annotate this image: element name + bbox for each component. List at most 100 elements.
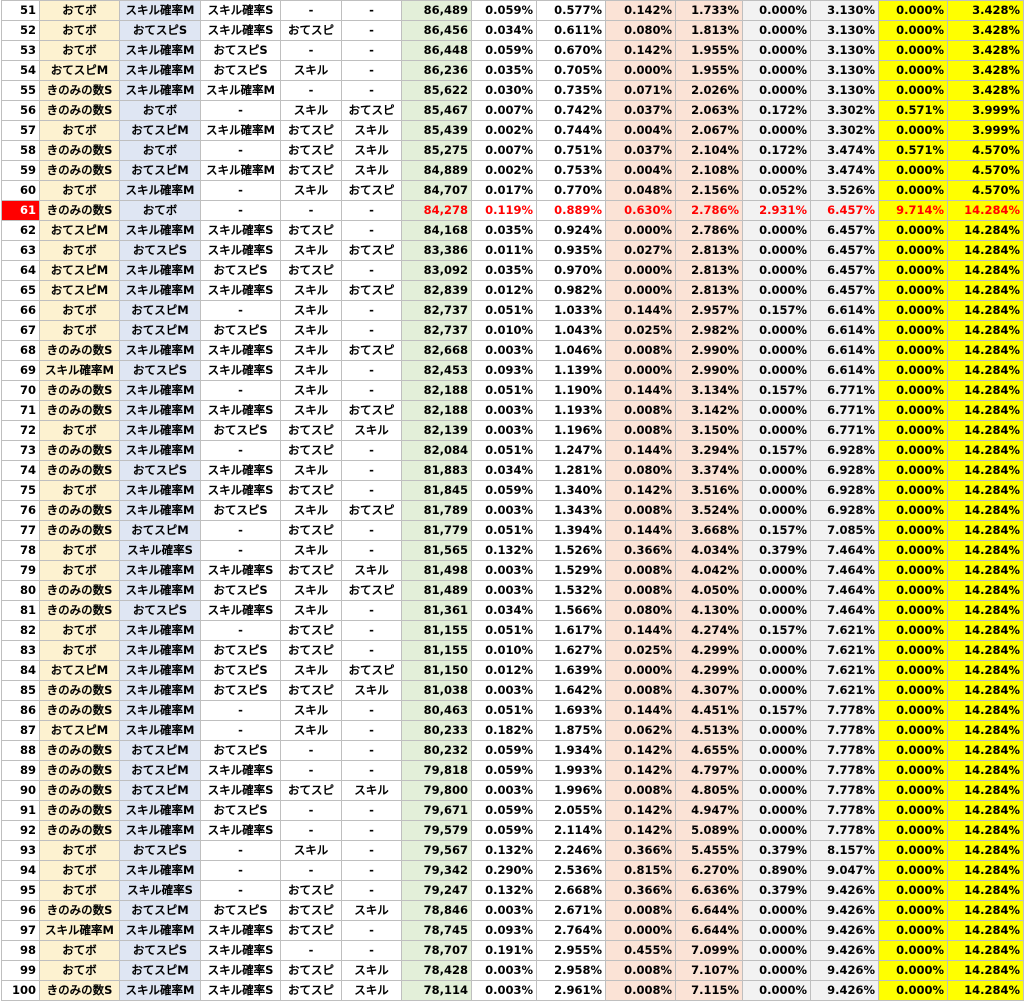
row-number-cell: 77 (1, 520, 40, 541)
subskill-3-cell: おてスピS (200, 680, 281, 701)
cumulative-probability-3-cell: 7.085% (810, 520, 879, 541)
cumulative-probability-cell: 0.982% (536, 280, 606, 301)
probability-4-cell: 0.571% (878, 140, 948, 161)
cumulative-probability-2-cell: 2.982% (675, 320, 743, 341)
subskill-2-cell: スキル確率M (119, 920, 201, 941)
nature-down-cell: おてスピ (341, 660, 402, 681)
cumulative-probability-2-cell: 5.089% (675, 820, 743, 841)
probability-4-cell: 0.000% (878, 400, 948, 421)
probability-2-cell: 0.144% (605, 380, 676, 401)
subskill-1-cell: きのみの数S (39, 800, 120, 821)
cumulative-probability-3-cell: 7.464% (810, 600, 879, 621)
probability-2-cell: 0.000% (605, 280, 676, 301)
probability-cell: 0.017% (471, 180, 537, 201)
cumulative-probability-2-cell: 6.644% (675, 900, 743, 921)
subskill-1-cell: おてボ (39, 120, 120, 141)
probability-2-cell: 0.037% (605, 140, 676, 161)
nature-down-cell: スキル (341, 560, 402, 581)
cumulative-probability-4-cell: 14.284% (947, 860, 1024, 881)
table-body: 51 おてボ スキル確率M スキル確率S - -86,489 0.059% 0.577% 0.1… (1, 0, 1024, 1001)
subskill-3-cell: - (200, 620, 281, 641)
nature-down-cell: おてスピ (341, 180, 402, 201)
row-number-cell: 81 (1, 600, 40, 621)
probability-3-cell: 0.890% (742, 860, 811, 881)
cumulative-probability-4-cell: 14.284% (947, 900, 1024, 921)
table-row: 79 おてボ スキル確率M スキル確率S おてスピ スキル 81,498 0.003% 1.52… (1, 560, 1024, 581)
cumulative-probability-cell: 1.627% (536, 640, 606, 661)
row-number-cell: 97 (1, 920, 40, 941)
probability-3-cell: 0.000% (742, 980, 811, 1001)
nature-up-cell: おてスピ (280, 220, 342, 241)
cumulative-probability-2-cell: 6.270% (675, 860, 743, 881)
nature-down-cell: - (341, 220, 402, 241)
probability-2-cell: 0.142% (605, 740, 676, 761)
nature-down-cell: おてスピ (341, 500, 402, 521)
nature-up-cell: おてスピ (280, 120, 342, 141)
cumulative-probability-2-cell: 2.990% (675, 340, 743, 361)
score-cell: 79,671 (401, 800, 472, 821)
nature-down-cell: おてスピ (341, 100, 402, 121)
probability-3-cell: 0.000% (742, 940, 811, 961)
subskill-3-cell: スキル確率M (200, 80, 281, 101)
subskill-2-cell: おてボ (119, 200, 201, 221)
subskill-2-cell: スキル確率M (119, 340, 201, 361)
subskill-3-cell: スキル確率M (200, 160, 281, 181)
subskill-2-cell: スキル確率M (119, 660, 201, 681)
score-cell: 78,114 (401, 980, 472, 1001)
subskill-2-cell: おてスピM (119, 780, 201, 801)
probability-3-cell: 0.000% (742, 60, 811, 81)
subskill-3-cell: - (200, 440, 281, 461)
cumulative-probability-cell: 1.639% (536, 660, 606, 681)
cumulative-probability-4-cell: 14.284% (947, 520, 1024, 541)
score-cell: 79,800 (401, 780, 472, 801)
probability-4-cell: 0.000% (878, 600, 948, 621)
cumulative-probability-cell: 2.764% (536, 920, 606, 941)
table-row: 80 きのみの数S スキル確率M おてスピS スキル おてスピ 81,489 0.003% 1.… (1, 580, 1024, 601)
subskill-1-cell: きのみの数S (39, 100, 120, 121)
cumulative-probability-cell: 1.281% (536, 460, 606, 481)
probability-4-cell: 0.000% (878, 420, 948, 441)
cumulative-probability-4-cell: 14.284% (947, 780, 1024, 801)
probability-cell: 0.051% (471, 440, 537, 461)
nature-up-cell: スキル (280, 840, 342, 861)
probability-2-cell: 0.008% (605, 340, 676, 361)
probability-3-cell: 0.000% (742, 480, 811, 501)
row-number-cell: 67 (1, 320, 40, 341)
probability-4-cell: 0.000% (878, 520, 948, 541)
subskill-2-cell: おてスピS (119, 240, 201, 261)
subskill-3-cell: スキル確率S (200, 980, 281, 1001)
cumulative-probability-3-cell: 7.621% (810, 620, 879, 641)
cumulative-probability-4-cell: 14.284% (947, 240, 1024, 261)
cumulative-probability-4-cell: 14.284% (947, 460, 1024, 481)
probability-4-cell: 0.000% (878, 60, 948, 81)
subskill-2-cell: スキル確率M (119, 860, 201, 881)
subskill-3-cell: おてスピS (200, 900, 281, 921)
subskill-2-cell: スキル確率M (119, 580, 201, 601)
nature-up-cell: おてスピ (280, 420, 342, 441)
nature-up-cell: スキル (280, 100, 342, 121)
subskill-2-cell: おてスピS (119, 600, 201, 621)
nature-up-cell: スキル (280, 580, 342, 601)
probability-3-cell: 0.000% (742, 680, 811, 701)
subskill-2-cell: スキル確率M (119, 280, 201, 301)
cumulative-probability-cell: 1.934% (536, 740, 606, 761)
cumulative-probability-2-cell: 3.524% (675, 500, 743, 521)
nature-up-cell: スキル (280, 400, 342, 421)
probability-4-cell: 0.000% (878, 820, 948, 841)
subskill-2-cell: スキル確率M (119, 480, 201, 501)
row-number-cell: 100 (1, 980, 40, 1001)
probability-4-cell: 0.000% (878, 260, 948, 281)
score-cell: 85,439 (401, 120, 472, 141)
nature-down-cell: - (341, 940, 402, 961)
nature-up-cell: スキル (280, 720, 342, 741)
probability-3-cell: 0.000% (742, 780, 811, 801)
subskill-3-cell: スキル確率S (200, 20, 281, 41)
nature-down-cell: - (341, 760, 402, 781)
cumulative-probability-cell: 1.693% (536, 700, 606, 721)
probability-2-cell: 0.000% (605, 60, 676, 81)
probability-2-cell: 0.630% (605, 200, 676, 221)
probability-4-cell: 0.000% (878, 560, 948, 581)
table-row: 76 きのみの数S スキル確率M おてスピS スキル おてスピ 81,789 0.003% 1.… (1, 500, 1024, 521)
cumulative-probability-3-cell: 3.302% (810, 120, 879, 141)
nature-down-cell: - (341, 360, 402, 381)
